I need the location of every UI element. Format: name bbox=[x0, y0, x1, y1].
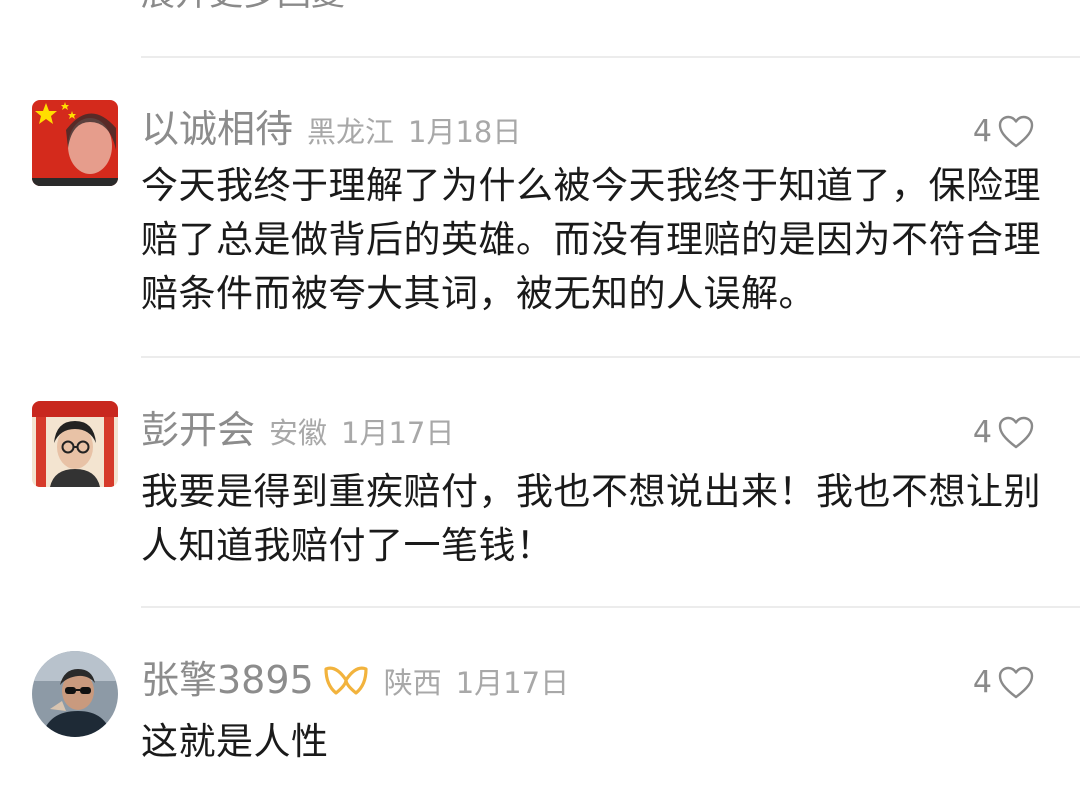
divider bbox=[141, 56, 1080, 58]
username[interactable]: 张擎3895 bbox=[141, 657, 314, 703]
location: 安徽 bbox=[269, 416, 328, 450]
divider bbox=[141, 606, 1080, 608]
location: 陕西 bbox=[383, 666, 442, 700]
location: 黑龙江 bbox=[307, 115, 395, 149]
like-count: 4 bbox=[972, 114, 992, 149]
like-button[interactable]: 4 bbox=[973, 665, 1034, 700]
comment-item: 张擎3895 陕西 1月17日 4 这就是人性 bbox=[0, 651, 1080, 786]
vip-badge-icon bbox=[324, 666, 368, 695]
expand-more-replies-link[interactable]: 展开更多回复 bbox=[141, 0, 345, 14]
heart-icon bbox=[998, 115, 1034, 147]
comment-meta: 张擎3895 陕西 1月17日 bbox=[141, 657, 569, 703]
date: 1月17日 bbox=[341, 416, 455, 450]
username[interactable]: 以诚相待 bbox=[141, 106, 293, 152]
like-count: 4 bbox=[972, 665, 992, 700]
comment-list: 展开更多回复 以诚相待 黑龙江 1月18日 4 今天我终于理解 bbox=[0, 0, 1080, 786]
comment-meta: 彭开会 安徽 1月17日 bbox=[141, 407, 454, 453]
avatar[interactable] bbox=[32, 401, 118, 487]
avatar[interactable] bbox=[32, 100, 118, 186]
comment-meta: 以诚相待 黑龙江 1月18日 bbox=[141, 106, 521, 152]
date: 1月18日 bbox=[408, 115, 522, 149]
comment-text: 今天我终于理解了为什么被今天我终于知道了，保险理赔了总是做背后的英雄。而没有理赔… bbox=[141, 164, 1041, 315]
date: 1月17日 bbox=[455, 666, 570, 700]
like-button[interactable]: 4 bbox=[973, 114, 1034, 149]
like-count: 4 bbox=[972, 415, 992, 450]
comment-item: 彭开会 安徽 1月17日 4 我要是得到重疾赔付，我也不想说出来！我也不想让别人… bbox=[0, 401, 1080, 571]
divider bbox=[141, 356, 1080, 358]
avatar[interactable] bbox=[32, 651, 118, 737]
comment-text: 这就是人性 bbox=[141, 720, 329, 763]
username[interactable]: 彭开会 bbox=[141, 407, 255, 453]
heart-icon bbox=[998, 666, 1034, 698]
heart-icon bbox=[998, 416, 1034, 448]
comment-item: 以诚相待 黑龙江 1月18日 4 今天我终于理解了为什么被今天我终于知道了，保险… bbox=[0, 100, 1080, 320]
like-button[interactable]: 4 bbox=[973, 415, 1034, 450]
comment-text: 我要是得到重疾赔付，我也不想说出来！我也不想让别人知道我赔付了一笔钱！ bbox=[141, 470, 1041, 567]
